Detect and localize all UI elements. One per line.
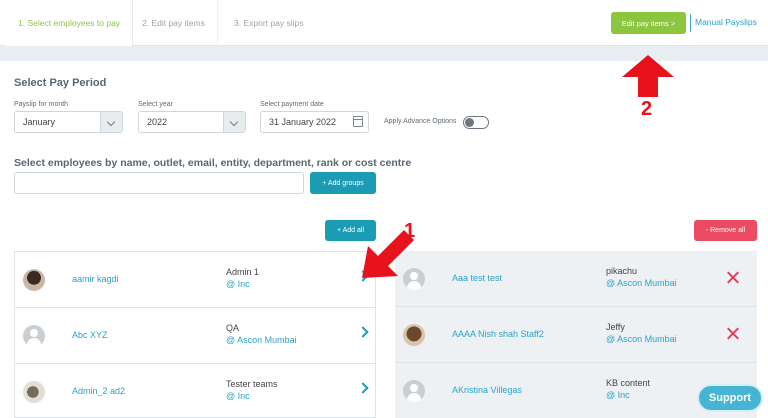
employee-name[interactable]: AKristina Villegas [452,385,522,395]
avatar [23,381,45,403]
step-select-employees[interactable]: 1. Select employees to pay [6,0,134,46]
employee-search-title: Select employees by name, outlet, email,… [14,157,412,169]
month-label: Payslip for month [14,101,69,108]
employee-group: Jeffy @ Ascon Mumbai [606,321,677,345]
employee-name[interactable]: AAAA Nish shah Staff2 [452,329,544,339]
payment-date-input[interactable]: 31 January 2022 [260,111,369,133]
divider [690,14,691,32]
pay-period-title: Select Pay Period [14,77,107,89]
arrow-up-annotation-icon [622,55,674,97]
step-export-pay-slips[interactable]: 3. Export pay slips [222,0,315,46]
chevron-down-icon [223,112,245,132]
list-item[interactable]: Admin_2 ad2 Tester teams @ Inc [15,364,375,418]
group-name: pikachu [606,266,638,276]
group-name: Admin 1 [226,267,260,277]
avatar [23,269,45,291]
month-select[interactable]: January [14,111,123,133]
employee-name[interactable]: Aaa test test [452,273,502,283]
close-icon[interactable] [726,271,739,284]
available-employees-list: aamir kagdi Admin 1 @ Inc Abc XYZ QA @ Asc… [14,251,376,418]
step-edit-pay-items[interactable]: 2. Edit pay items [130,0,218,46]
entity-name: @ Ascon Mumbai [606,278,677,288]
add-groups-button[interactable]: + Add groups [310,172,376,194]
wizard-header: 1. Select employees to pay 2. Edit pay i… [0,0,768,46]
employee-name[interactable]: aamir kagdi [72,274,119,284]
payment-date-value: 31 January 2022 [269,117,337,127]
list-item[interactable]: aamir kagdi Admin 1 @ Inc [15,252,375,308]
group-name: Jeffy [606,322,625,332]
payment-date-label: Select payment date [260,101,324,108]
advance-options-toggle[interactable] [463,116,489,129]
advance-options-label: Apply Advance Options [384,118,457,125]
list-item[interactable]: AAAA Nish shah Staff2 Jeffy @ Ascon Mumba… [395,307,757,363]
group-name: QA [226,323,240,333]
entity-name: @ Ascon Mumbai [606,334,677,344]
employee-group: pikachu @ Ascon Mumbai [606,265,677,289]
entity-name: @ Ascon Mumbai [226,335,297,345]
employee-name[interactable]: Abc XYZ [72,330,108,340]
employee-group: Tester teams @ Inc [226,378,278,402]
year-label: Select year [138,101,174,108]
month-value: January [23,117,56,127]
group-name: Tester teams [226,379,278,389]
chevron-down-icon [100,112,122,132]
avatar [403,380,425,402]
entity-name: @ Inc [226,279,250,289]
annotation-number-2: 2 [641,98,653,120]
employee-group: KB content @ Inc [606,377,650,401]
entity-name: @ Inc [606,390,630,400]
manual-payslips-link[interactable]: Manual Payslips [695,17,757,27]
annotation-number-1: 1 [404,220,416,242]
avatar [403,324,425,346]
year-select[interactable]: 2022 [138,111,246,133]
support-button[interactable]: Support [697,384,763,412]
entity-name: @ Inc [226,391,250,401]
close-icon[interactable] [726,327,739,340]
calendar-icon [353,116,363,127]
group-name: KB content [606,378,651,388]
year-value: 2022 [147,117,168,127]
employee-name[interactable]: Admin_2 ad2 [72,386,125,396]
employee-search-input[interactable] [14,172,304,194]
edit-pay-items-button[interactable]: Edit pay items > [611,12,686,34]
remove-all-button[interactable]: - Remove all [694,220,757,241]
list-item[interactable]: Aaa test test pikachu @ Ascon Mumbai [395,251,757,307]
list-item[interactable]: Abc XYZ QA @ Ascon Mumbai [15,308,375,364]
avatar [23,325,45,347]
employee-group: QA @ Ascon Mumbai [226,322,297,346]
employee-group: Admin 1 @ Inc [226,266,259,290]
chevron-right-icon[interactable] [357,382,369,394]
chevron-right-icon[interactable] [357,326,369,338]
